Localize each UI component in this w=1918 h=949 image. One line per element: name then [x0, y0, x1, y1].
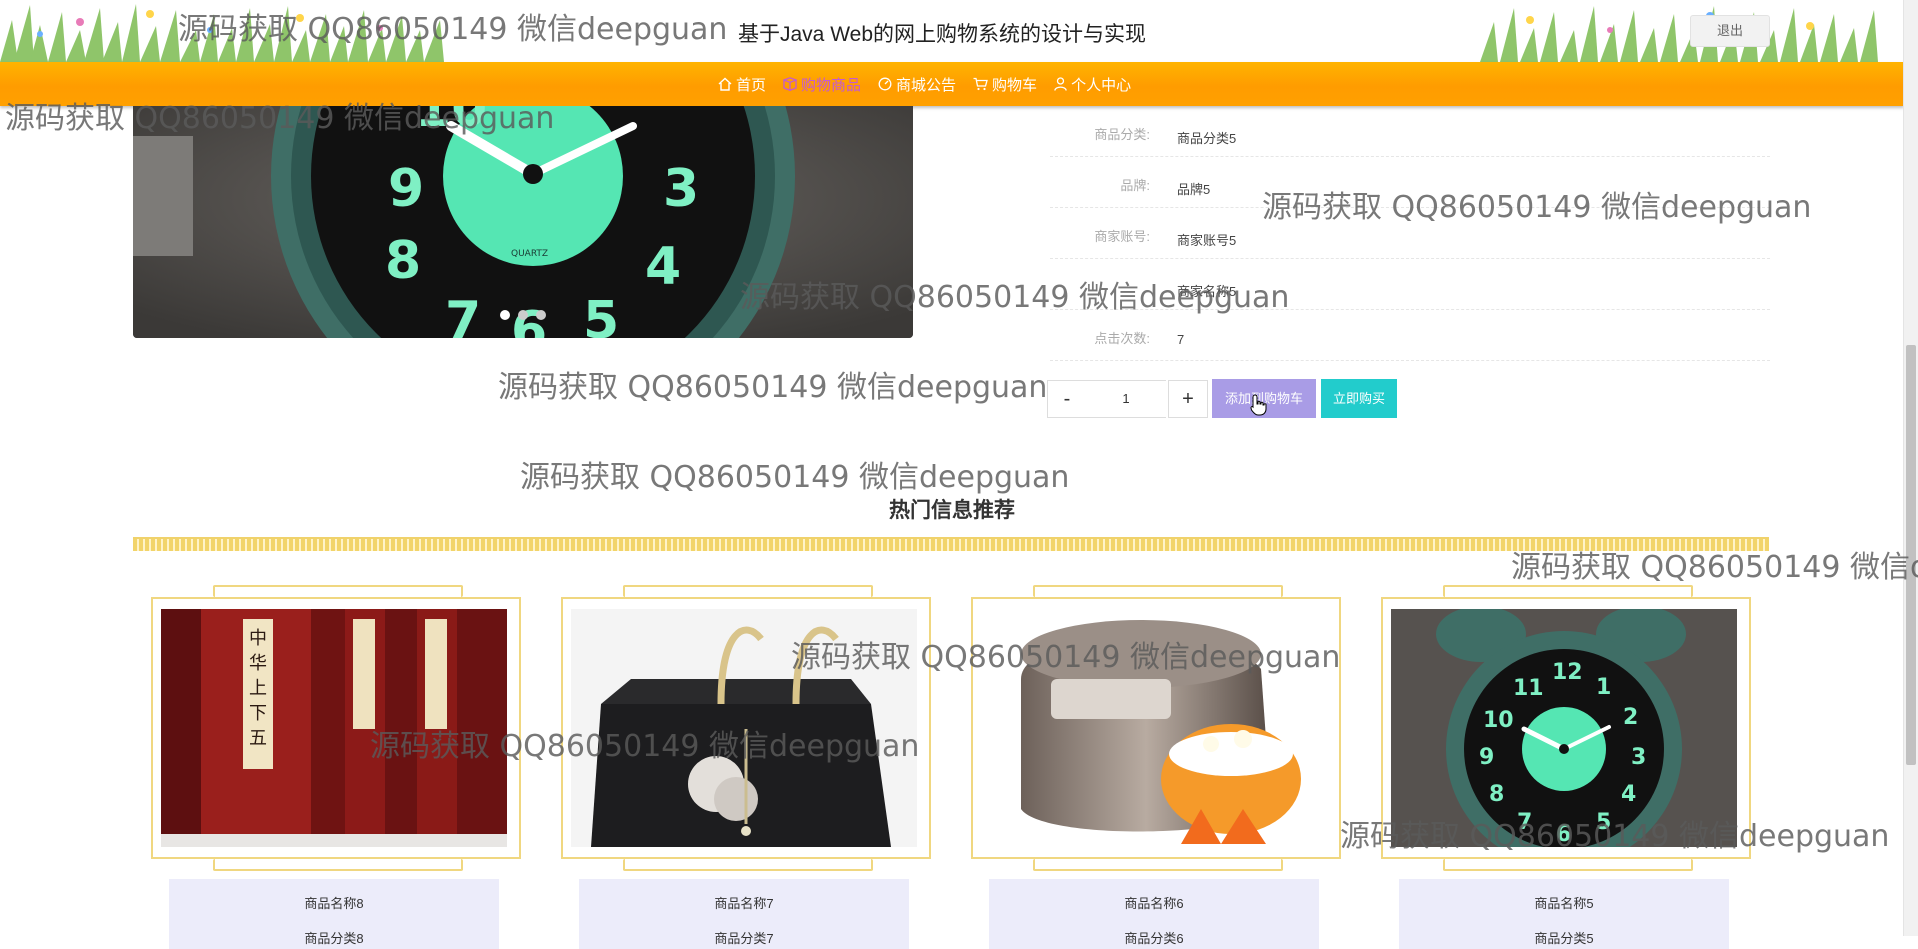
svg-text:上: 上 — [249, 678, 267, 699]
product-name: 商品名称6 — [1124, 896, 1184, 911]
svg-text:8: 8 — [1489, 782, 1504, 807]
product-name: 商品名称8 — [304, 896, 364, 911]
main-nav: 首页 购物商品 商城公告 购物车 个人中心 — [0, 62, 1904, 106]
svg-text:3: 3 — [1631, 745, 1646, 770]
svg-text:1: 1 — [1596, 675, 1611, 700]
product-thumbnail — [981, 609, 1327, 847]
svg-text:7: 7 — [445, 291, 481, 338]
buy-now-button[interactable]: 立即购买 — [1321, 379, 1397, 418]
quantity-input[interactable]: 1 — [1086, 380, 1166, 418]
user-icon — [1054, 77, 1067, 91]
nav-item-label: 首页 — [736, 76, 767, 94]
carousel-dot[interactable] — [518, 310, 528, 320]
cart-icon — [973, 77, 988, 91]
svg-text:QUARTZ: QUARTZ — [511, 249, 548, 259]
speed-icon — [878, 77, 892, 91]
nav-item-label: 购物车 — [992, 76, 1038, 94]
card-info: 商品名称6 商品分类6 — [989, 879, 1319, 949]
svg-text:4: 4 — [1621, 782, 1636, 807]
product-photo: 9 8 7 6 5 4 3 10 QUARTZ — [133, 106, 913, 338]
carousel-dot[interactable] — [500, 310, 510, 320]
product-thumbnail: 12 1 2 345 678 9 10 11 — [1391, 609, 1737, 847]
svg-text:3: 3 — [663, 159, 699, 219]
product-category: 商品分类5 — [1534, 931, 1594, 946]
product-card[interactable]: 12 1 2 345 678 9 10 11 商品名称5 商品分类5 — [1381, 585, 1751, 949]
detail-value: 商品分类5 — [1177, 131, 1237, 146]
nav-item-label: 商城公告 — [896, 76, 957, 94]
quantity-plus-button[interactable]: + — [1168, 380, 1208, 418]
section-title: 热门信息推荐 — [889, 499, 1015, 522]
nav-item-products[interactable]: 购物商品 — [783, 74, 861, 95]
page-scrollbar[interactable] — [1903, 0, 1918, 936]
gift-icon — [783, 77, 798, 91]
product-category: 商品分类7 — [714, 931, 774, 946]
product-category: 商品分类6 — [1124, 931, 1184, 946]
product-card[interactable]: 商品名称6 商品分类6 — [971, 585, 1341, 949]
grass-decoration — [0, 4, 444, 62]
detail-row-brand: 品牌: 品牌5 — [1050, 157, 1770, 208]
detail-row-clicks: 点击次数: 7 — [1050, 310, 1770, 361]
card-info: 商品名称8 商品分类8 — [169, 879, 499, 949]
detail-row-category: 商品分类: 商品分类5 — [1050, 106, 1770, 157]
detail-label: 商家账号: — [1094, 229, 1150, 244]
svg-text:5: 5 — [1596, 810, 1611, 835]
nav-item-profile[interactable]: 个人中心 — [1054, 74, 1131, 95]
nav-item-label: 个人中心 — [1071, 76, 1132, 94]
product-name: 商品名称5 — [1534, 896, 1594, 911]
card-info: 商品名称7 商品分类7 — [579, 879, 909, 949]
detail-value: 商家名称5 — [1177, 284, 1237, 299]
product-card[interactable]: 商品名称7 商品分类7 — [561, 585, 931, 949]
svg-text:5: 5 — [583, 291, 619, 338]
svg-text:8: 8 — [385, 231, 421, 291]
nav-item-notices[interactable]: 商城公告 — [878, 74, 956, 95]
quantity-minus-button[interactable]: - — [1047, 380, 1087, 418]
nav-item-home[interactable]: 首页 — [718, 74, 766, 95]
carousel-dot[interactable] — [536, 310, 546, 320]
product-carousel[interactable]: 9 8 7 6 5 4 3 10 QUARTZ — [133, 106, 913, 338]
detail-label: 品牌: — [1120, 178, 1150, 193]
card-info: 商品名称5 商品分类5 — [1399, 879, 1729, 949]
svg-text:华: 华 — [249, 653, 267, 674]
hand-cursor-icon — [1250, 394, 1267, 416]
product-thumbnail: 中华上下五 — [161, 609, 507, 847]
svg-text:7: 7 — [1517, 810, 1532, 835]
detail-row-merchant-name: 商家名称5 — [1050, 259, 1770, 310]
svg-text:12: 12 — [1552, 660, 1583, 685]
product-category: 商品分类8 — [304, 931, 364, 946]
nav-item-cart[interactable]: 购物车 — [973, 74, 1037, 95]
nav-item-label: 购物商品 — [801, 76, 862, 94]
product-name: 商品名称7 — [714, 896, 774, 911]
logout-button[interactable]: 退出 — [1690, 15, 1770, 47]
product-card[interactable]: 中华上下五 商品名称8 商品分类8 — [151, 585, 521, 949]
svg-text:6: 6 — [1556, 822, 1571, 847]
carousel-dots — [500, 310, 554, 320]
site-title: 基于Java Web的网上购物系统的设计与实现 — [738, 23, 1146, 46]
product-thumbnail — [571, 609, 917, 847]
detail-value: 商家账号5 — [1177, 233, 1237, 248]
svg-text:2: 2 — [1623, 705, 1638, 730]
svg-text:9: 9 — [388, 159, 424, 219]
svg-text:下: 下 — [249, 703, 267, 724]
watermark: 源码获取 QQ86050149 微信deepguan — [498, 370, 1048, 405]
detail-label: 商品分类: — [1094, 127, 1150, 142]
svg-text:中: 中 — [249, 628, 267, 649]
detail-value: 品牌5 — [1177, 182, 1211, 197]
watermark: 源码获取 QQ86050149 微信deepguan — [520, 460, 1070, 495]
detail-row-merchant-account: 商家账号: 商家账号5 — [1050, 208, 1770, 259]
svg-text:11: 11 — [1513, 676, 1544, 701]
svg-text:9: 9 — [1479, 745, 1494, 770]
detail-value: 7 — [1177, 332, 1185, 347]
home-icon — [718, 77, 732, 91]
scrollbar-thumb[interactable] — [1906, 345, 1916, 765]
detail-label: 点击次数: — [1094, 331, 1150, 346]
svg-text:10: 10 — [1483, 708, 1514, 733]
svg-text:五: 五 — [249, 728, 267, 749]
top-header: 基于Java Web的网上购物系统的设计与实现 退出 — [0, 0, 1900, 62]
svg-text:4: 4 — [645, 237, 681, 297]
section-divider — [133, 537, 1769, 551]
